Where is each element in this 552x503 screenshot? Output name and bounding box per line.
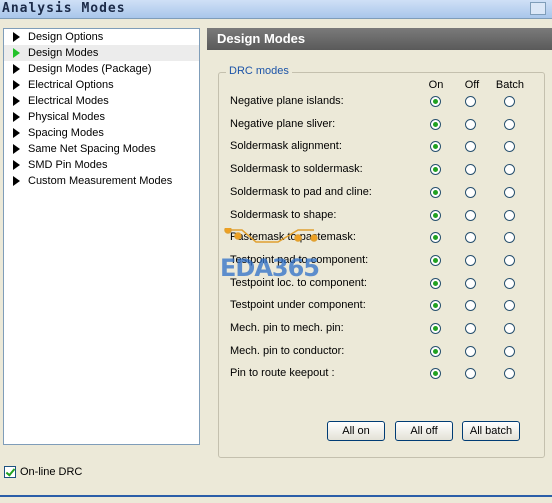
tree-item-design-modes[interactable]: Design Modes (4, 45, 199, 61)
radio-batch[interactable] (504, 254, 515, 266)
tree-item-label: Electrical Modes (28, 95, 109, 107)
column-header-off: Off (464, 79, 480, 91)
expand-arrow-icon (13, 128, 20, 138)
radio-on[interactable] (430, 323, 441, 334)
expand-arrow-icon (13, 160, 20, 170)
drc-row-label: Soldermask alignment: (230, 140, 342, 153)
radio-batch[interactable] (504, 186, 515, 198)
radio-on[interactable] (430, 96, 441, 107)
radio-off[interactable] (465, 277, 476, 289)
tree-item-label: Custom Measurement Modes (28, 175, 173, 187)
expand-arrow-icon (13, 96, 20, 106)
tree-item-label: Spacing Modes (28, 127, 104, 139)
radio-on[interactable] (430, 209, 441, 221)
radio-off[interactable] (465, 254, 476, 266)
tree-item-electrical-options[interactable]: Electrical Options (4, 77, 199, 93)
drc-row-label: Negative plane islands: (230, 95, 344, 107)
drc-row-label: Mech. pin to conductor: (230, 344, 345, 357)
tree-item-spacing-modes[interactable]: Spacing Modes (4, 125, 199, 141)
mode-tree[interactable]: Design Options Design Modes Design Modes… (3, 28, 200, 445)
radio-off[interactable] (465, 186, 476, 198)
tree-item-physical-modes[interactable]: Physical Modes (4, 109, 199, 125)
radio-on[interactable] (430, 345, 441, 357)
radio-off[interactable] (465, 96, 476, 107)
online-drc-label: On-line DRC (20, 466, 83, 478)
close-icon[interactable] (530, 2, 546, 15)
title-bar: Analysis Modes (0, 0, 552, 19)
expand-arrow-icon (13, 80, 20, 90)
tree-item-design-modes-package[interactable]: Design Modes (Package) (4, 61, 199, 77)
drc-row-label: Soldermask to soldermask: (230, 163, 363, 176)
radio-on[interactable] (430, 118, 441, 130)
all-on-button[interactable]: All on (327, 421, 385, 441)
tree-item-label: SMD Pin Modes (28, 159, 108, 171)
radio-off[interactable] (465, 209, 476, 221)
radio-off[interactable] (465, 323, 476, 334)
all-off-button[interactable]: All off (395, 421, 453, 441)
drc-row-label: Negative plane sliver: (230, 117, 336, 130)
tree-item-label: Electrical Options (28, 79, 114, 91)
radio-batch[interactable] (504, 277, 515, 289)
tree-item-smd-pin-modes[interactable]: SMD Pin Modes (4, 157, 199, 173)
radio-batch[interactable] (504, 323, 515, 334)
column-header-batch: Batch (495, 79, 525, 91)
column-header-on: On (428, 79, 444, 91)
expand-arrow-icon (13, 176, 20, 186)
drc-row-label: Mech. pin to mech. pin: (230, 322, 344, 334)
expand-arrow-icon (13, 112, 20, 122)
panel-title: Design Modes (207, 28, 552, 50)
tree-item-label: Design Modes (28, 47, 99, 59)
radio-batch[interactable] (504, 118, 515, 130)
tree-item-design-options[interactable]: Design Options (4, 29, 199, 45)
drc-row-label: Soldermask to pad and cline: (230, 185, 372, 198)
expand-arrow-icon (13, 48, 20, 58)
tree-item-label: Physical Modes (28, 111, 106, 123)
all-batch-button[interactable]: All batch (462, 421, 520, 441)
bottom-border (0, 495, 552, 497)
radio-on[interactable] (430, 254, 441, 266)
tree-item-label: Design Modes (Package) (28, 63, 152, 75)
drc-row-label: Pin to route keepout : (230, 367, 335, 380)
radio-on[interactable] (430, 186, 441, 198)
online-drc-checkbox[interactable] (4, 466, 16, 478)
tree-item-label: Same Net Spacing Modes (28, 143, 156, 155)
radio-off[interactable] (465, 118, 476, 130)
tree-item-same-net-spacing-modes[interactable]: Same Net Spacing Modes (4, 141, 199, 157)
radio-off[interactable] (465, 345, 476, 357)
tree-item-custom-measurement-modes[interactable]: Custom Measurement Modes (4, 173, 199, 189)
drc-row-label: Soldermask to shape: (230, 208, 337, 221)
drc-modes-legend: DRC modes (226, 65, 292, 77)
watermark-text: EDA365 (220, 254, 320, 282)
window-title: Analysis Modes (2, 1, 126, 16)
radio-batch[interactable] (504, 345, 515, 357)
expand-arrow-icon (13, 32, 20, 42)
radio-batch[interactable] (504, 209, 515, 221)
expand-arrow-icon (13, 144, 20, 154)
radio-batch[interactable] (504, 96, 515, 107)
drc-row-label: Testpoint under component: (230, 299, 366, 312)
tree-item-label: Design Options (28, 31, 104, 43)
radio-on[interactable] (430, 277, 441, 289)
expand-arrow-icon (13, 64, 20, 74)
tree-item-electrical-modes[interactable]: Electrical Modes (4, 93, 199, 109)
